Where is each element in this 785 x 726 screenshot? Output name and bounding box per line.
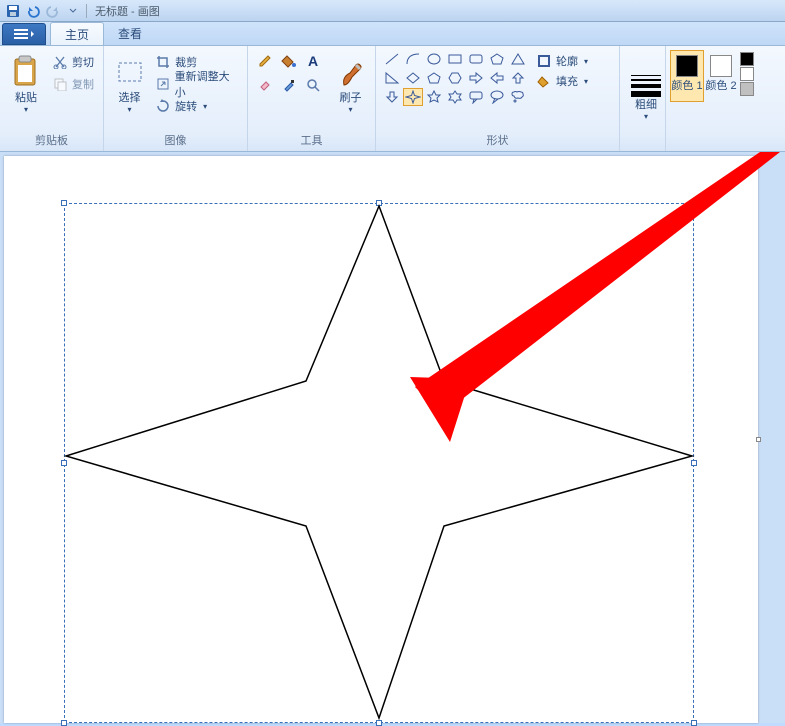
window-title: 无标题 - 画图 (95, 3, 160, 19)
separator (86, 4, 87, 18)
brush-label: 刷子 (340, 92, 362, 105)
color-picker-tool[interactable] (278, 74, 300, 96)
chevron-down-icon: ▾ (128, 105, 132, 114)
tab-view[interactable]: 查看 (104, 22, 156, 45)
fill-menu[interactable]: 填充▾ (534, 72, 590, 90)
shape-triangle[interactable] (508, 50, 528, 68)
shape-callout-cloud[interactable] (508, 88, 528, 106)
rotate-icon (155, 98, 171, 114)
pencil-tool[interactable] (254, 50, 276, 72)
swatch-black[interactable] (740, 52, 754, 66)
chevron-down-icon: ▾ (348, 105, 352, 114)
brush-icon (336, 54, 366, 90)
group-label-tools: 工具 (248, 132, 375, 151)
color1-button[interactable]: 颜色 1 (670, 50, 704, 102)
drawn-star4-shape (4, 156, 758, 723)
shape-callout-rounded[interactable] (466, 88, 486, 106)
shape-curve[interactable] (403, 50, 423, 68)
magnifier-tool[interactable] (302, 74, 324, 96)
brush-button[interactable]: 刷子 ▾ (332, 50, 369, 114)
shape-diamond[interactable] (403, 69, 423, 87)
group-label-clipboard: 剪贴板 (0, 132, 103, 151)
shape-hexagon[interactable] (445, 69, 465, 87)
outline-menu[interactable]: 轮廓▾ (534, 52, 590, 70)
group-shapes: 轮廓▾ 填充▾ 形状 (376, 46, 620, 151)
group-size: 粗细 ▾ (620, 46, 666, 151)
color2-swatch (710, 55, 732, 77)
clipboard-icon (11, 54, 41, 90)
color1-swatch (676, 55, 698, 77)
swatch-gray[interactable] (740, 82, 754, 96)
crop-icon (155, 54, 171, 70)
qat-dropdown-icon[interactable] (64, 2, 82, 20)
shape-arrow-left[interactable] (487, 69, 507, 87)
shape-right-triangle[interactable] (382, 69, 402, 87)
chevron-down-icon: ▾ (24, 105, 28, 114)
outline-icon (536, 53, 552, 69)
select-rect-icon (115, 54, 145, 90)
palette-partial (740, 50, 754, 96)
save-icon[interactable] (4, 2, 22, 20)
size-button[interactable]: 粗细 ▾ (626, 65, 666, 121)
shape-line[interactable] (382, 50, 402, 68)
group-tools: A 刷子 ▾ 工具 (248, 46, 376, 151)
shapes-gallery[interactable] (382, 50, 528, 106)
swatch-white[interactable] (740, 67, 754, 81)
shape-star6[interactable] (445, 88, 465, 106)
ribbon: 粘贴 ▾ 剪切 复制 剪贴板 选择 ▾ 裁剪 重新调整大小 旋转▾ 图像 (0, 46, 785, 152)
paste-label: 粘贴 (15, 92, 37, 105)
color2-button[interactable]: 颜色 2 (704, 50, 738, 102)
copy-icon (52, 76, 68, 92)
shape-arrow-down[interactable] (382, 88, 402, 106)
workspace (0, 152, 785, 723)
thickness-icon (631, 69, 661, 97)
resize-button[interactable]: 重新调整大小 (153, 74, 241, 94)
copy-button[interactable]: 复制 (50, 74, 96, 94)
svg-text:A: A (308, 53, 318, 69)
group-colors: 颜色 1 颜色 2 (666, 46, 785, 151)
tab-home[interactable]: 主页 (50, 22, 104, 45)
redo-icon[interactable] (44, 2, 62, 20)
select-label: 选择 (119, 92, 141, 105)
shape-rounded-rect[interactable] (466, 50, 486, 68)
title-bar: 无标题 - 画图 (0, 0, 785, 22)
group-label-shapes: 形状 (376, 132, 619, 151)
text-tool[interactable]: A (302, 50, 324, 72)
canvas[interactable] (4, 156, 758, 723)
shape-rect[interactable] (445, 50, 465, 68)
shape-arrow-up[interactable] (508, 69, 528, 87)
shape-pentagon[interactable] (424, 69, 444, 87)
cut-button[interactable]: 剪切 (50, 52, 96, 72)
shape-star4[interactable] (403, 88, 423, 106)
shape-star5[interactable] (424, 88, 444, 106)
shape-arrow-right[interactable] (466, 69, 486, 87)
group-label-image: 图像 (104, 132, 247, 151)
undo-icon[interactable] (24, 2, 42, 20)
chevron-down-icon: ▾ (644, 112, 648, 121)
file-menu-button[interactable] (2, 23, 46, 45)
shape-polygon[interactable] (487, 50, 507, 68)
tools-grid: A (254, 50, 324, 96)
group-clipboard: 粘贴 ▾ 剪切 复制 剪贴板 (0, 46, 104, 151)
quick-access-toolbar (4, 2, 82, 20)
select-button[interactable]: 选择 ▾ (110, 50, 149, 114)
rotate-button[interactable]: 旋转▾ (153, 96, 241, 116)
fill-bucket-icon (536, 73, 552, 89)
shape-callout-oval[interactable] (487, 88, 507, 106)
shape-oval[interactable] (424, 50, 444, 68)
fill-tool[interactable] (278, 50, 300, 72)
scissors-icon (52, 54, 68, 70)
ribbon-tabs: 主页 查看 (0, 22, 785, 46)
resize-icon (155, 76, 171, 92)
group-image: 选择 ▾ 裁剪 重新调整大小 旋转▾ 图像 (104, 46, 248, 151)
paste-button[interactable]: 粘贴 ▾ (6, 50, 46, 114)
eraser-tool[interactable] (254, 74, 276, 96)
